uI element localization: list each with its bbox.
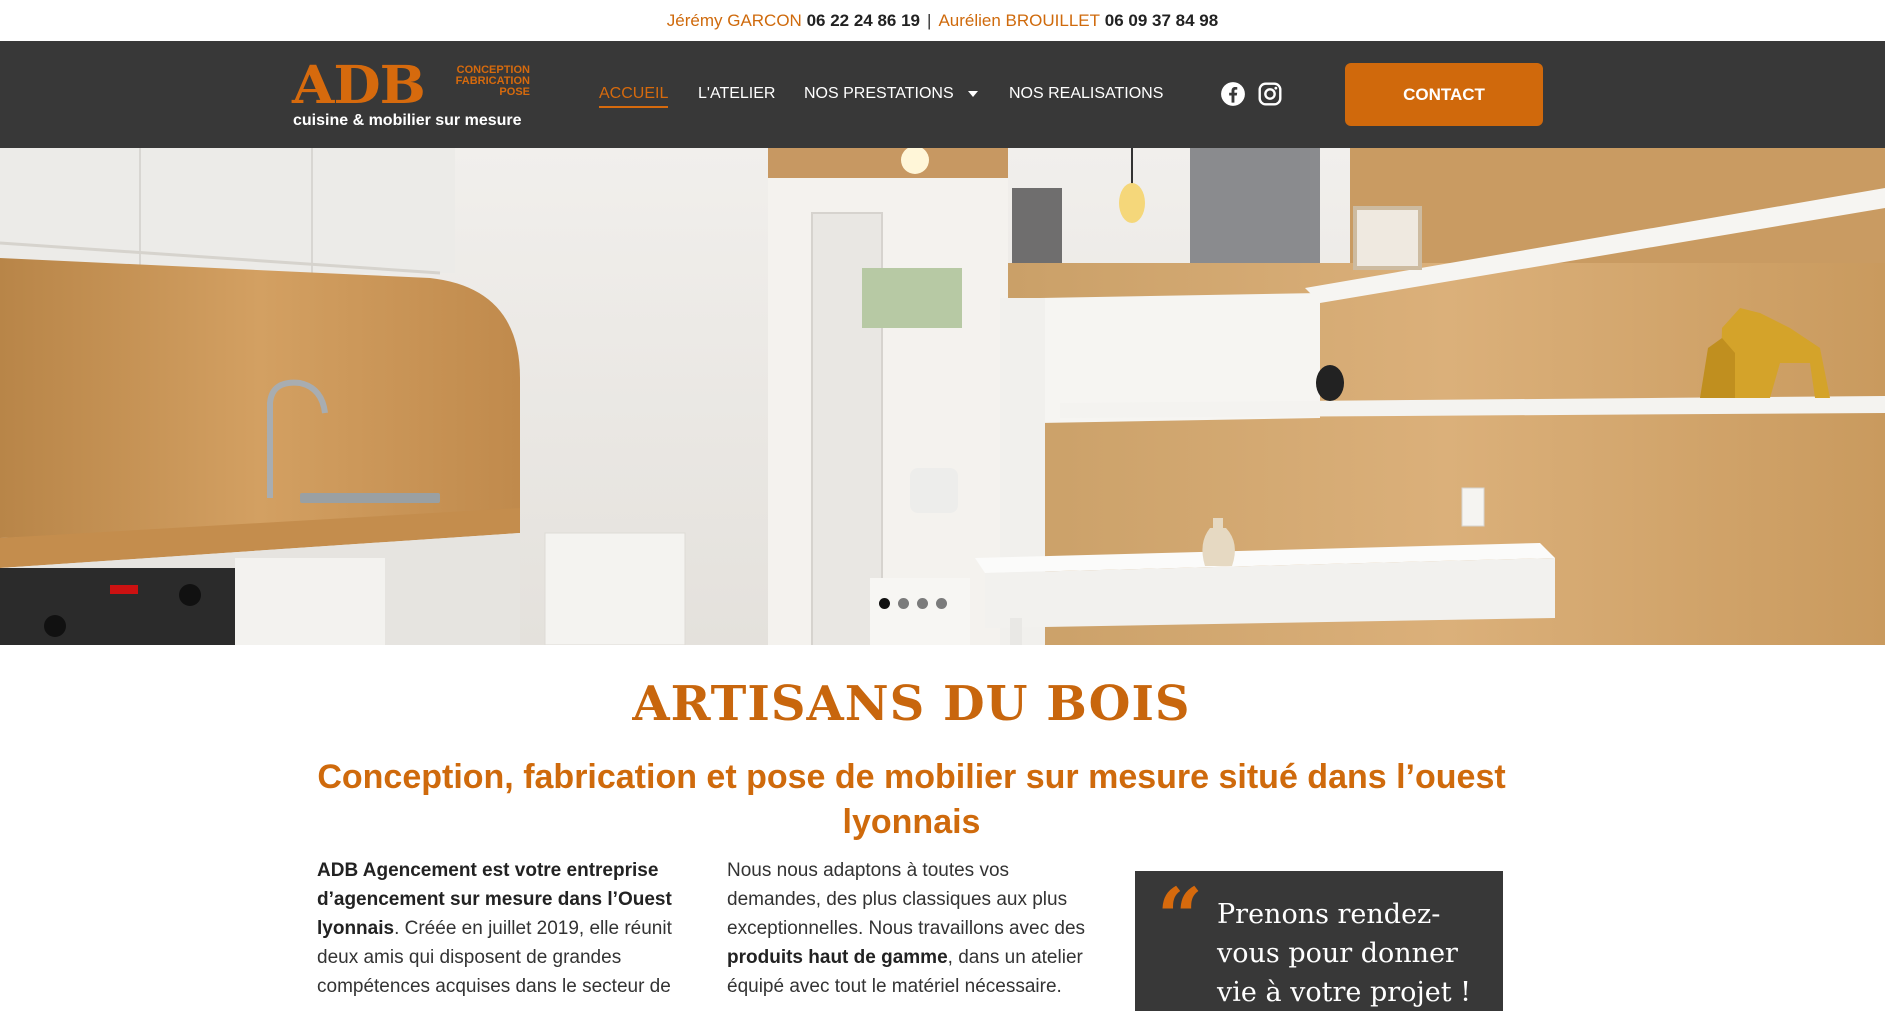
nav-item-atelier[interactable]: L'ATELIER: [698, 85, 775, 103]
hero-image: [0, 148, 1885, 645]
nav-item-accueil[interactable]: ACCUEIL: [599, 85, 669, 108]
quote-mark-icon: “: [1157, 871, 1204, 964]
contact-phone-2[interactable]: 06 09 37 84 98: [1105, 11, 1218, 31]
page-subtitle: Conception, fabrication et pose de mobil…: [317, 758, 1506, 841]
services-bold-text: produits haut de gamme: [727, 947, 948, 968]
contact-phone-1[interactable]: 06 22 24 86 19: [807, 11, 920, 31]
nav-item-prestations[interactable]: NOS PRESTATIONS: [804, 85, 978, 103]
site-header: ADB CONCEPTION FABRICATION POSE cuisine …: [0, 41, 1885, 148]
facebook-icon[interactable]: [1220, 81, 1246, 107]
logo-mark: ADB: [292, 55, 426, 116]
contact-button[interactable]: CONTACT: [1345, 63, 1543, 126]
contact-strip: Jérémy GARCON 06 22 24 86 19 | Aurélien …: [0, 0, 1885, 41]
instagram-icon[interactable]: [1257, 81, 1283, 107]
contact-name-1: Jérémy GARCON: [666, 10, 802, 30]
page-title: ARTISANS DU BOIS: [632, 676, 1191, 732]
quote-text: Prenons rendez-vous pour donner vie à vo…: [1217, 899, 1472, 1008]
caret-down-icon: [967, 90, 978, 97]
slider-dot-1[interactable]: [879, 598, 890, 609]
contact-separator: |: [927, 10, 932, 30]
logo-tags: CONCEPTION FABRICATION POSE: [444, 65, 530, 98]
intro-column-2: Nous nous adaptons à toutes vos demandes…: [727, 856, 1107, 1001]
quote-box: “ Prenons rendez-vous pour donner vie à …: [1135, 871, 1503, 1011]
slider-dot-3[interactable]: [917, 598, 928, 609]
slider-dots: [879, 598, 947, 609]
logo-tag-pose: POSE: [499, 86, 530, 98]
slider-dot-4[interactable]: [936, 598, 947, 609]
nav-item-realisations[interactable]: NOS REALISATIONS: [1009, 85, 1163, 103]
intro-column-1: ADB Agencement est votre entreprise d’ag…: [317, 856, 697, 1001]
logo-tagline: cuisine & mobilier sur mesure: [293, 112, 522, 129]
site-logo[interactable]: ADB CONCEPTION FABRICATION POSE cuisine …: [292, 60, 532, 132]
hero-slider[interactable]: [0, 148, 1885, 645]
services-text-1: Nous nous adaptons à toutes vos demandes…: [727, 860, 1086, 939]
contact-name-2: Aurélien BROUILLET: [938, 10, 1101, 30]
nav-item-prestations-label: NOS PRESTATIONS: [804, 85, 954, 102]
slider-dot-2[interactable]: [898, 598, 909, 609]
